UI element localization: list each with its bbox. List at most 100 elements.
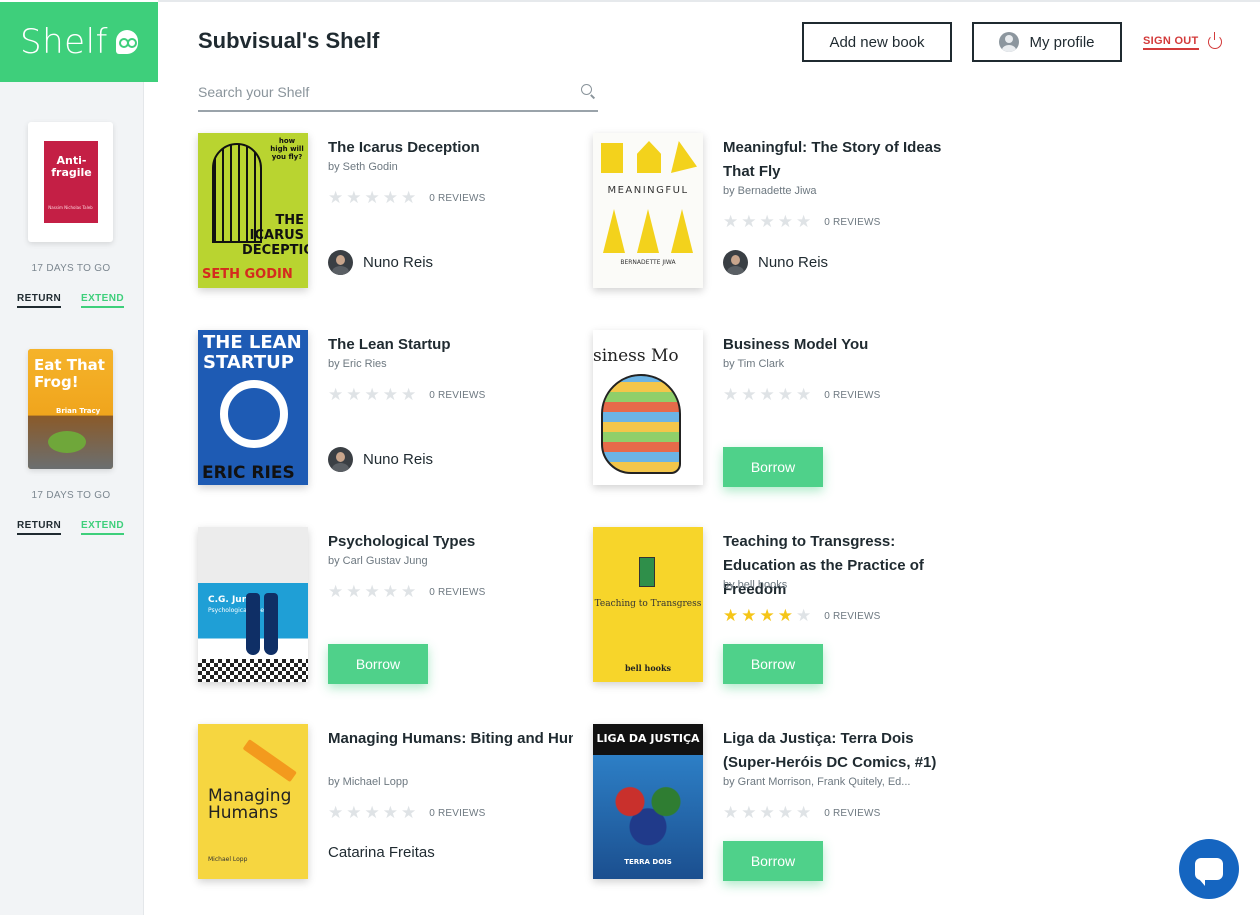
book-owner: Nuno Reis bbox=[328, 250, 433, 275]
cover-author: Michael Lopp bbox=[208, 856, 248, 863]
star-icon[interactable]: ★ bbox=[760, 606, 775, 626]
star-icon[interactable]: ★ bbox=[365, 188, 380, 208]
sign-out-link[interactable]: SIGN OUT bbox=[1143, 35, 1199, 50]
book-card: Teaching to Transgress bell hooks Teachi… bbox=[593, 527, 973, 687]
star-icon[interactable]: ★ bbox=[346, 803, 361, 823]
star-icon[interactable]: ★ bbox=[328, 188, 343, 208]
star-icon[interactable]: ★ bbox=[383, 582, 398, 602]
star-rating[interactable]: ★ ★ ★ ★ ★ 0 REVIEWS bbox=[328, 385, 486, 405]
loan-cover[interactable]: Eat That Frog! Brian Tracy bbox=[28, 349, 113, 469]
star-icon[interactable]: ★ bbox=[383, 188, 398, 208]
star-icon[interactable]: ★ bbox=[741, 803, 756, 823]
book-title[interactable]: Business Model You bbox=[723, 333, 968, 357]
book-title[interactable]: Teaching to Transgress: Education as the… bbox=[723, 530, 968, 602]
book-author: by Seth Godin bbox=[328, 161, 398, 173]
cover-title: THE LEAN STARTUP bbox=[203, 332, 302, 373]
cover-author: BERNADETTE JIWA bbox=[620, 259, 676, 266]
book-cover[interactable]: siness Mo bbox=[593, 330, 703, 485]
star-icon[interactable]: ★ bbox=[778, 385, 793, 405]
star-icon[interactable]: ★ bbox=[723, 803, 738, 823]
star-icon[interactable]: ★ bbox=[796, 606, 811, 626]
star-icon[interactable]: ★ bbox=[741, 385, 756, 405]
star-icon[interactable]: ★ bbox=[346, 582, 361, 602]
star-rating[interactable]: ★ ★ ★ ★ ★ 0 REVIEWS bbox=[723, 803, 881, 823]
star-icon[interactable]: ★ bbox=[401, 188, 416, 208]
star-rating[interactable]: ★ ★ ★ ★ ★ 0 REVIEWS bbox=[723, 385, 881, 405]
book-cover[interactable]: LIGA DA JUSTIÇA TERRA DOIS bbox=[593, 724, 703, 879]
star-icon[interactable]: ★ bbox=[401, 803, 416, 823]
book-title[interactable]: Psychological Types bbox=[328, 530, 573, 554]
owl-icon bbox=[115, 30, 138, 54]
star-icon[interactable]: ★ bbox=[328, 385, 343, 405]
book-title[interactable]: Managing Humans: Biting and Humorous Tal… bbox=[328, 727, 573, 751]
extend-button[interactable]: EXTEND bbox=[81, 293, 124, 308]
book-owner: Nuno Reis bbox=[723, 250, 828, 275]
star-icon[interactable]: ★ bbox=[383, 385, 398, 405]
book-title[interactable]: The Icarus Deception bbox=[328, 136, 573, 160]
book-card: siness Mo Business Model You by Tim Clar… bbox=[593, 330, 973, 490]
star-icon[interactable]: ★ bbox=[346, 385, 361, 405]
extend-button[interactable]: EXTEND bbox=[81, 520, 124, 535]
star-icon[interactable]: ★ bbox=[346, 188, 361, 208]
star-icon[interactable]: ★ bbox=[328, 582, 343, 602]
borrow-button[interactable]: Borrow bbox=[723, 644, 823, 684]
star-icon[interactable]: ★ bbox=[778, 803, 793, 823]
return-button[interactable]: RETURN bbox=[17, 520, 62, 535]
star-icon[interactable]: ★ bbox=[778, 212, 793, 232]
add-book-button[interactable]: Add new book bbox=[802, 22, 952, 62]
my-profile-button[interactable]: My profile bbox=[972, 22, 1122, 62]
star-icon[interactable]: ★ bbox=[365, 582, 380, 602]
star-icon[interactable]: ★ bbox=[401, 582, 416, 602]
book-cover[interactable]: Teaching to Transgress bell hooks bbox=[593, 527, 703, 682]
star-rating[interactable]: ★ ★ ★ ★ ★ 0 REVIEWS bbox=[723, 212, 881, 232]
book-title[interactable]: The Lean Startup bbox=[328, 333, 573, 357]
book-cover[interactable]: how high will you fly? THE ICARUS DECEPT… bbox=[198, 133, 308, 288]
search-icon[interactable] bbox=[581, 84, 592, 95]
book-author: by Grant Morrison, Frank Quitely, Ed... bbox=[723, 776, 911, 788]
star-icon[interactable]: ★ bbox=[760, 212, 775, 232]
book-title[interactable]: Liga da Justiça: Terra Dois (Super-Herói… bbox=[723, 727, 968, 775]
flipper-illustration bbox=[246, 593, 260, 655]
star-icon[interactable]: ★ bbox=[760, 385, 775, 405]
star-icon[interactable]: ★ bbox=[401, 385, 416, 405]
star-icon[interactable]: ★ bbox=[741, 212, 756, 232]
star-rating[interactable]: ★ ★ ★ ★ ★ 0 REVIEWS bbox=[328, 188, 486, 208]
loan-cover[interactable]: Anti-fragile Nassim Nicholas Taleb bbox=[28, 122, 113, 242]
star-rating[interactable]: ★ ★ ★ ★ ★ 0 REVIEWS bbox=[328, 582, 486, 602]
star-icon[interactable]: ★ bbox=[365, 803, 380, 823]
star-icon[interactable]: ★ bbox=[723, 606, 738, 626]
star-icon[interactable]: ★ bbox=[723, 385, 738, 405]
star-icon[interactable]: ★ bbox=[741, 606, 756, 626]
chat-button[interactable] bbox=[1179, 839, 1239, 899]
book-cover[interactable]: THE LEAN STARTUP ERIC RIES bbox=[198, 330, 308, 485]
borrow-button[interactable]: Borrow bbox=[723, 447, 823, 487]
star-rating[interactable]: ★ ★ ★ ★ ★ 0 REVIEWS bbox=[723, 606, 881, 626]
logo[interactable]: Shelf bbox=[0, 2, 158, 82]
star-icon[interactable]: ★ bbox=[383, 803, 398, 823]
star-icon[interactable]: ★ bbox=[778, 606, 793, 626]
book-cover[interactable]: Managing Humans Michael Lopp bbox=[198, 724, 308, 879]
star-rating[interactable]: ★ ★ ★ ★ ★ 0 REVIEWS bbox=[328, 803, 486, 823]
star-icon[interactable]: ★ bbox=[328, 803, 343, 823]
book-author: by Michael Lopp bbox=[328, 776, 409, 788]
search-input[interactable] bbox=[198, 78, 558, 106]
star-icon[interactable]: ★ bbox=[796, 385, 811, 405]
avatar bbox=[328, 447, 353, 472]
borrow-button[interactable]: Borrow bbox=[328, 644, 428, 684]
return-button[interactable]: RETURN bbox=[17, 293, 62, 308]
book-author: by Bernadette Jiwa bbox=[723, 185, 817, 197]
book-title[interactable]: Meaningful: The Story of Ideas That Fly bbox=[723, 136, 968, 184]
book-cover[interactable]: MEANINGFUL BERNADETTE JIWA bbox=[593, 133, 703, 288]
frog-illustration bbox=[48, 431, 86, 453]
borrow-button[interactable]: Borrow bbox=[723, 841, 823, 881]
star-icon[interactable]: ★ bbox=[365, 385, 380, 405]
star-icon[interactable]: ★ bbox=[760, 803, 775, 823]
star-icon[interactable]: ★ bbox=[796, 212, 811, 232]
head-illustration bbox=[601, 374, 681, 474]
book-author: by Eric Ries bbox=[328, 358, 387, 370]
power-icon[interactable] bbox=[1208, 32, 1222, 49]
star-icon[interactable]: ★ bbox=[796, 803, 811, 823]
star-icon[interactable]: ★ bbox=[723, 212, 738, 232]
loans-panel: Anti-fragile Nassim Nicholas Taleb 17 DA… bbox=[0, 82, 144, 915]
book-cover[interactable]: C.G. Jung Psychological Types bbox=[198, 527, 308, 682]
